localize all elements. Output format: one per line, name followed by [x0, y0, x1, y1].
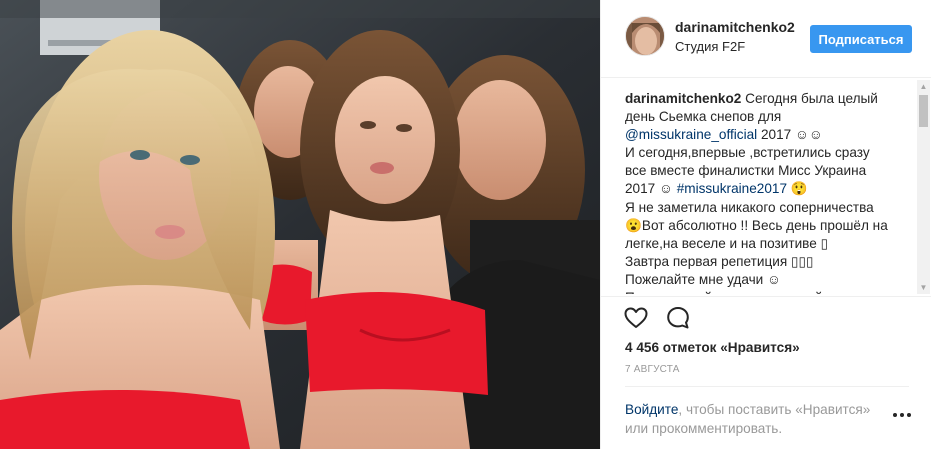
caption-text: все вместе финалистки Мисс Украина: [625, 163, 867, 179]
post-actions: [623, 305, 691, 333]
comment-prompt: Войдите, чтобы поставить «Нравится» или …: [625, 400, 887, 438]
caption-line: Поддерживайте меня, пожалуйста: [625, 289, 910, 294]
heart-icon[interactable]: [623, 305, 649, 331]
comment-bubble-icon[interactable]: [665, 305, 691, 331]
caption-line: легке,на веселе и на позитиве ▯: [625, 235, 910, 253]
caption-text: И сегодня,впервые ,встретились сразу: [625, 145, 870, 161]
caption-text: Поддерживайте меня, пожалуйста: [625, 290, 843, 294]
caption-text: Сегодня была целый: [745, 91, 878, 106]
selfie-photo-illustration: [0, 0, 600, 449]
login-link[interactable]: Войдите: [625, 402, 678, 417]
caption-username[interactable]: darinamitchenko2: [625, 91, 745, 106]
caption-text: день Сьемка снепов для: [625, 109, 782, 125]
follow-button[interactable]: Подписаться: [810, 25, 912, 53]
post-location[interactable]: Студия F2F: [675, 39, 745, 54]
caption-line: И сегодня,впервые ,встретились сразу: [625, 144, 910, 162]
caption-line: Завтра первая репетиция ▯▯▯: [625, 253, 910, 271]
scrollbar-thumb[interactable]: [919, 95, 928, 127]
scroll-up-icon[interactable]: ▲: [917, 80, 930, 93]
caption-line: 2017 ☺ #missukraine2017 😲: [625, 180, 910, 198]
caption-line: Пожелайте мне удачи ☺: [625, 271, 910, 289]
caption-line: 😮Вот абсолютно !! Весь день прошёл на: [625, 217, 910, 235]
caption-scrollbar[interactable]: ▲ ▼: [917, 80, 930, 294]
ellipsis-icon[interactable]: [892, 411, 912, 419]
avatar-image: [626, 17, 664, 55]
post-header: darinamitchenko2 Студия F2F Подписаться: [601, 0, 931, 78]
caption-text: 😮Вот абсолютно !! Весь день прошёл на: [625, 217, 888, 233]
caption-tag-link[interactable]: @missukraine_official: [625, 127, 757, 142]
avatar[interactable]: [625, 16, 665, 56]
scroll-down-icon[interactable]: ▼: [917, 281, 930, 294]
likes-count[interactable]: 4 456 отметок «Нравится»: [625, 340, 800, 355]
divider: [601, 296, 931, 297]
caption-line: день Сьемка снепов для: [625, 108, 910, 126]
post-sidebar: darinamitchenko2 Студия F2F Подписаться …: [600, 0, 931, 449]
caption-text: 😲: [787, 181, 808, 197]
caption-text: Завтра первая репетиция ▯▯▯: [625, 253, 814, 269]
caption-text: 2017 ☺: [625, 181, 677, 197]
caption: darinamitchenko2 Сегодня была целый день …: [625, 90, 910, 294]
caption-line: darinamitchenko2 Сегодня была целый: [625, 90, 910, 108]
caption-line: все вместе финалистки Мисс Украина: [625, 162, 910, 180]
caption-line: Я не заметила никакого соперничества: [625, 199, 910, 217]
post-photo[interactable]: [0, 0, 600, 449]
caption-text: 2017 ☺☺: [757, 127, 823, 143]
instagram-post: darinamitchenko2 Студия F2F Подписаться …: [0, 0, 931, 449]
caption-tag-link[interactable]: #missukraine2017: [677, 181, 787, 196]
caption-line: @missukraine_official 2017 ☺☺: [625, 126, 910, 144]
author-username[interactable]: darinamitchenko2: [675, 19, 795, 35]
divider: [625, 386, 909, 387]
caption-text: легке,на веселе и на позитиве ▯: [625, 235, 829, 251]
caption-text: Пожелайте мне удачи ☺: [625, 271, 781, 287]
post-date[interactable]: 7 АВГУСТА: [625, 364, 680, 375]
caption-text: Я не заметила никакого соперничества: [625, 199, 874, 215]
